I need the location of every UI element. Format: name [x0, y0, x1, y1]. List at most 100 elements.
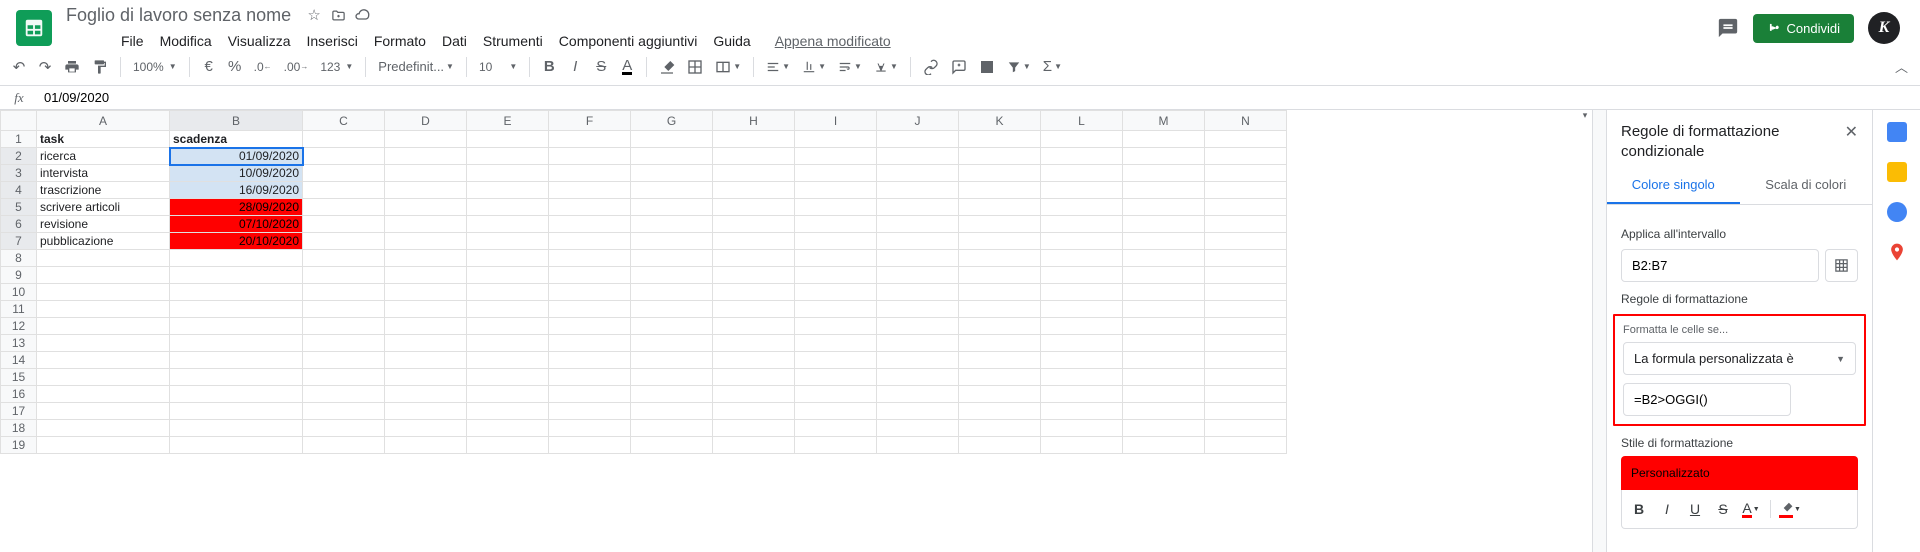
- cell-L4[interactable]: [1041, 182, 1123, 199]
- cell-B12[interactable]: [170, 318, 303, 335]
- decimal-increase-icon[interactable]: .00→: [280, 54, 313, 80]
- cell-C7[interactable]: [303, 233, 385, 250]
- cell-J11[interactable]: [877, 301, 959, 318]
- cell-M19[interactable]: [1123, 437, 1205, 454]
- cell-M2[interactable]: [1123, 148, 1205, 165]
- style-underline-icon[interactable]: U: [1682, 496, 1708, 522]
- col-header-K[interactable]: K: [959, 111, 1041, 131]
- cell-D5[interactable]: [385, 199, 467, 216]
- cell-I3[interactable]: [795, 165, 877, 182]
- cell-J18[interactable]: [877, 420, 959, 437]
- cell-A4[interactable]: trascrizione: [37, 182, 170, 199]
- cell-M4[interactable]: [1123, 182, 1205, 199]
- cell-M12[interactable]: [1123, 318, 1205, 335]
- cell-L8[interactable]: [1041, 250, 1123, 267]
- cell-J1[interactable]: [877, 131, 959, 148]
- share-button[interactable]: Condividi: [1753, 14, 1854, 43]
- cell-I13[interactable]: [795, 335, 877, 352]
- maps-icon[interactable]: [1887, 242, 1907, 262]
- cell-M14[interactable]: [1123, 352, 1205, 369]
- cell-D7[interactable]: [385, 233, 467, 250]
- cell-G8[interactable]: [631, 250, 713, 267]
- cell-M13[interactable]: [1123, 335, 1205, 352]
- style-preview[interactable]: Personalizzato: [1621, 456, 1858, 490]
- cell-I8[interactable]: [795, 250, 877, 267]
- cell-C2[interactable]: [303, 148, 385, 165]
- cell-E10[interactable]: [467, 284, 549, 301]
- cell-G14[interactable]: [631, 352, 713, 369]
- cell-E18[interactable]: [467, 420, 549, 437]
- cell-I7[interactable]: [795, 233, 877, 250]
- comments-icon[interactable]: [1717, 17, 1739, 39]
- star-icon[interactable]: ☆: [305, 6, 323, 24]
- row-header-6[interactable]: 6: [1, 216, 37, 233]
- row-header-10[interactable]: 10: [1, 284, 37, 301]
- cell-K14[interactable]: [959, 352, 1041, 369]
- cell-H4[interactable]: [713, 182, 795, 199]
- cell-M18[interactable]: [1123, 420, 1205, 437]
- cell-G6[interactable]: [631, 216, 713, 233]
- cell-E1[interactable]: [467, 131, 549, 148]
- decimal-decrease-icon[interactable]: .0←: [250, 54, 276, 80]
- cell-D14[interactable]: [385, 352, 467, 369]
- sheets-logo[interactable]: [16, 10, 52, 46]
- cell-D3[interactable]: [385, 165, 467, 182]
- cell-D12[interactable]: [385, 318, 467, 335]
- cell-K6[interactable]: [959, 216, 1041, 233]
- cell-I6[interactable]: [795, 216, 877, 233]
- row-header-16[interactable]: 16: [1, 386, 37, 403]
- cell-G1[interactable]: [631, 131, 713, 148]
- cell-C11[interactable]: [303, 301, 385, 318]
- cell-L13[interactable]: [1041, 335, 1123, 352]
- cell-G12[interactable]: [631, 318, 713, 335]
- cell-L7[interactable]: [1041, 233, 1123, 250]
- cell-C5[interactable]: [303, 199, 385, 216]
- cell-H18[interactable]: [713, 420, 795, 437]
- cell-J12[interactable]: [877, 318, 959, 335]
- cell-I16[interactable]: [795, 386, 877, 403]
- cell-A2[interactable]: ricerca: [37, 148, 170, 165]
- cell-B7[interactable]: 20/10/2020: [170, 233, 303, 250]
- cell-B13[interactable]: [170, 335, 303, 352]
- cell-K2[interactable]: [959, 148, 1041, 165]
- row-header-11[interactable]: 11: [1, 301, 37, 318]
- cell-F7[interactable]: [549, 233, 631, 250]
- comment-icon[interactable]: [947, 54, 971, 80]
- cell-A11[interactable]: [37, 301, 170, 318]
- cell-E2[interactable]: [467, 148, 549, 165]
- cell-I17[interactable]: [795, 403, 877, 420]
- col-header-H[interactable]: H: [713, 111, 795, 131]
- cell-G13[interactable]: [631, 335, 713, 352]
- cell-B10[interactable]: [170, 284, 303, 301]
- cell-H3[interactable]: [713, 165, 795, 182]
- cell-H6[interactable]: [713, 216, 795, 233]
- cell-K1[interactable]: [959, 131, 1041, 148]
- cell-G2[interactable]: [631, 148, 713, 165]
- row-header-13[interactable]: 13: [1, 335, 37, 352]
- cell-A6[interactable]: revisione: [37, 216, 170, 233]
- cell-K15[interactable]: [959, 369, 1041, 386]
- cell-K4[interactable]: [959, 182, 1041, 199]
- cell-D13[interactable]: [385, 335, 467, 352]
- cell-A14[interactable]: [37, 352, 170, 369]
- cell-J4[interactable]: [877, 182, 959, 199]
- cell-G16[interactable]: [631, 386, 713, 403]
- cell-M15[interactable]: [1123, 369, 1205, 386]
- cell-I19[interactable]: [795, 437, 877, 454]
- cell-I9[interactable]: [795, 267, 877, 284]
- cell-E7[interactable]: [467, 233, 549, 250]
- col-header-M[interactable]: M: [1123, 111, 1205, 131]
- cell-D18[interactable]: [385, 420, 467, 437]
- cell-N5[interactable]: [1205, 199, 1287, 216]
- cell-L14[interactable]: [1041, 352, 1123, 369]
- cell-N9[interactable]: [1205, 267, 1287, 284]
- row-header-4[interactable]: 4: [1, 182, 37, 199]
- cell-G3[interactable]: [631, 165, 713, 182]
- style-strike-icon[interactable]: S: [1710, 496, 1736, 522]
- cell-J8[interactable]: [877, 250, 959, 267]
- keep-icon[interactable]: [1887, 162, 1907, 182]
- strikethrough-icon[interactable]: S: [590, 54, 612, 80]
- cell-N17[interactable]: [1205, 403, 1287, 420]
- cell-C3[interactable]: [303, 165, 385, 182]
- number-format-select[interactable]: 123▼: [316, 54, 357, 80]
